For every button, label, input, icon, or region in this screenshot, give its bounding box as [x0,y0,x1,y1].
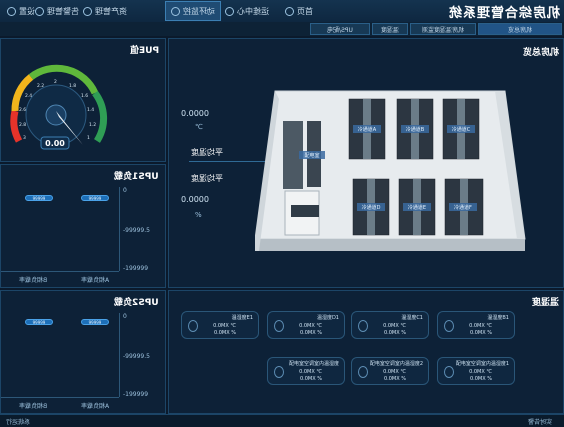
cold-aisle-label-b[interactable]: 冷通道B [406,126,425,133]
panel-title-sensors: 温湿度 [531,298,559,308]
sensor-card[interactable]: 配电室空调室内温湿度 0.0MX ℃ 0.0MX % [267,357,345,385]
nav-item-home[interactable]: 首页 [280,1,318,21]
thermometer-icon [444,366,454,378]
series-label-a: A相负载率 [81,277,110,284]
nav-item-ops[interactable]: 运维中心 [220,1,274,21]
tab-room-overview[interactable]: 机房总览 [478,23,562,35]
wrench-icon [225,6,234,16]
cold-aisle-label-c[interactable]: 冷通道C [452,126,471,133]
gear-icon [7,6,16,16]
thermometer-icon [444,320,454,332]
series-label-a: A相负载率 [81,403,110,410]
sensor-card[interactable]: 温湿度E1 0.0MX ℃ 0.0MX % [181,311,259,339]
sub-tab-bar: 温湿度 UPS/配电 机房温湿度监测 机房总览 [0,22,564,36]
thermometer-icon [358,366,368,378]
thermometer-icon [274,366,284,378]
pue-gauge: 1 1.2 1.4 1.6 1.8 2 2.2 2.4 2.6 2.8 3 0.… [10,64,108,150]
axis-tick: -199999 [123,391,149,398]
gauge-tick: 1.8 [69,83,76,89]
status-left[interactable]: 系统运行 [6,417,30,426]
thermometer-icon [274,320,284,332]
sensor-card[interactable]: 温湿度C1 0.0MX ℃ 0.0MX % [351,311,429,339]
nav-item-monitor[interactable]: 动环监控 [165,1,221,21]
gauge-tick: 3 [23,135,26,141]
panel-title-ups1: UPS1负载 [114,172,159,182]
pue-panel: PUE值 1 1.2 1.4 1.6 1.8 2 2.2 2.4 2.6 2.8… [0,38,166,162]
home-icon [285,6,294,16]
gauge-tick: 1 [87,135,90,141]
monitor-icon [171,6,180,16]
axis-line [119,187,120,271]
panel-title-ups2: UPS2负载 [114,298,159,308]
cold-aisle-label-d[interactable]: 冷通道D [362,204,381,211]
gauge-tick: 2.2 [37,83,44,89]
database-icon [83,6,92,16]
axis-tick: -99999.5 [123,227,150,234]
axis-tick: -199999 [123,265,149,272]
cabinet-room-left[interactable] [283,121,321,236]
series-label-b: B相负载率 [19,403,48,410]
avg-temp-label: 平均温度 [191,148,223,157]
tab-ups-power[interactable]: UPS/配电 [310,23,370,35]
sensor-card[interactable]: 配电室空调室内温湿度1 0.0MX ℃ 0.0MX % [437,357,515,385]
top-nav-bar: 设置 告警管理 资产管理 动环监控 运维中心 首页 机房综合管理系统 [0,0,564,23]
axis-line [1,271,119,272]
status-right[interactable]: 实时告警 [528,417,552,426]
sensor-card[interactable]: 温湿度D1 0.0MX ℃ 0.0MX % [267,311,345,339]
tab-temp-humidity[interactable]: 温湿度 [372,23,408,35]
ups1-phase-b-bar[interactable]: 99999 [25,195,53,201]
avg-hum-value: 0000.0 [181,195,209,204]
tab-room-monitor[interactable]: 机房温湿度监测 [410,23,476,35]
axis-tick: 0 [123,313,127,320]
axis-tick: 0 [123,187,127,194]
cold-aisle-label-a[interactable]: 冷通道A [358,126,377,133]
gauge-tick: 2.6 [19,107,26,113]
axis-tick: -99999.5 [123,353,150,360]
axis-line [119,313,120,397]
nav-item-alarm[interactable]: 告警管理 [30,1,84,21]
gauge-tick: 2 [54,79,57,85]
ups2-phase-a-bar[interactable]: 99999 [81,319,109,325]
alarm-icon [35,6,44,16]
avg-hum-label: 平均湿度 [191,174,223,183]
series-label-b: B相负载率 [19,277,48,284]
sensor-card[interactable]: 温湿度B1 0.0MX ℃ 0.0MX % [437,311,515,339]
nav-item-assets[interactable]: 资产管理 [78,1,132,21]
thermometer-icon [188,320,198,332]
ups2-panel: UPS2负载 99999 99999 0 -99999.5 -199999 A相… [0,290,166,414]
sensor-panel: 温湿度 温湿度B1 0.0MX ℃ 0.0MX % 温湿度C1 0.0MX ℃ … [168,290,564,414]
panel-title-pue: PUE值 [129,46,159,56]
room-overview-panel: 机房总览 0000.0 ℃ 平均温度 平均湿度 0000.0 % 冷通道A 冷通… [168,38,564,288]
gauge-tick: 1.4 [87,107,94,113]
avg-hum-unit: % [195,211,202,219]
status-bar: 系统运行 实时告警 [0,414,564,427]
gauge-tick: 1.6 [81,93,88,99]
gauge-tick: 1.2 [89,122,96,128]
thermometer-icon [358,320,368,332]
panel-title-overview: 机房总览 [522,48,559,58]
ups1-panel: UPS1负载 99999 99999 0 -99999.5 -199999 A相… [0,164,166,288]
axis-line [1,397,119,398]
app-title: 机房综合管理系统 [447,5,560,21]
gauge-tick: 2.8 [19,122,26,128]
pue-value: 0.00 [45,139,65,148]
gauge-tick: 2.4 [25,93,32,99]
avg-temp-unit: ℃ [195,123,203,131]
cold-aisle-label-e[interactable]: 冷通道E [408,204,426,211]
ups1-phase-a-bar[interactable]: 99999 [81,195,109,201]
power-room-label[interactable]: 配电室 [304,152,319,159]
sensor-card[interactable]: 配电室空调室内温湿度2 0.0MX ℃ 0.0MX % [351,357,429,385]
cold-aisle-label-f[interactable]: 冷通道F [454,204,472,211]
avg-temp-value: 0000.0 [181,109,209,118]
ups2-phase-b-bar[interactable]: 99999 [25,319,53,325]
room-3d-model[interactable]: 冷通道A 冷通道B 冷通道C 冷通道D 冷通道E 冷通道F 配电室 [255,79,535,257]
